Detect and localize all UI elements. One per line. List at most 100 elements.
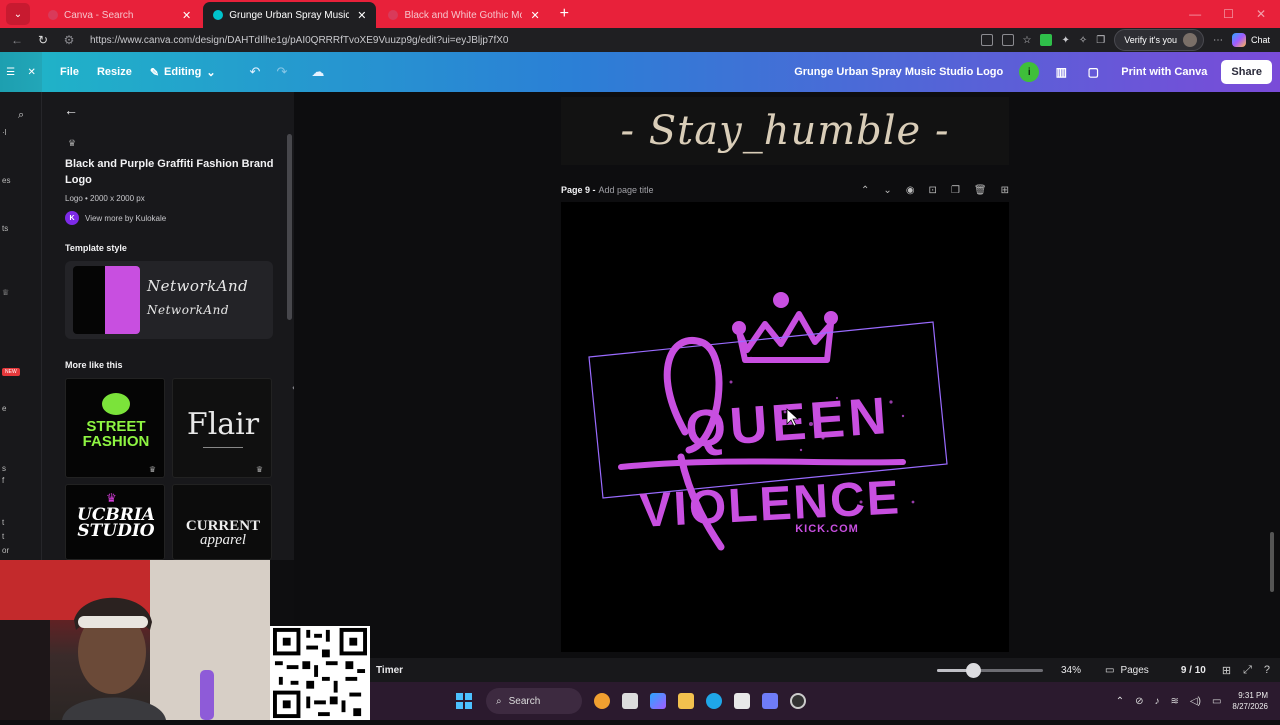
maximize-icon[interactable]: ☐ [1223,7,1234,21]
cloud-saved-icon[interactable]: ☁ [311,64,324,80]
more-menu-icon[interactable]: ⋯ [1213,35,1223,46]
profile-avatar [1182,33,1197,47]
canva-favicon-icon [213,10,224,20]
volume-icon[interactable]: ◁) [1190,696,1201,707]
rail-item-partial[interactable]: or [2,546,9,555]
copilot-icon [1231,33,1246,47]
site-info-icon[interactable]: ⚙ [60,31,78,49]
copilot-app-icon[interactable] [650,693,666,709]
copy-icon[interactable] [980,34,993,46]
rail-item-partial[interactable]: ♕ [2,288,9,297]
zoom-slider[interactable] [936,662,1043,678]
zoom-slider-handle[interactable] [966,662,982,678]
chevron-down-icon[interactable]: ⌄ [883,185,891,196]
duplicate-page-icon[interactable]: ❐ [951,185,960,196]
template-thumb-flair[interactable]: Flair ♛ [172,378,272,478]
close-icon[interactable]: ✕ [27,67,35,78]
rail-item-partial[interactable]: ts [2,224,8,233]
resize-button[interactable]: Resize [97,66,132,78]
template-style-heading: Template style [65,243,127,253]
extension-icon[interactable] [1040,34,1053,46]
timer-button[interactable]: Timer [376,665,403,676]
back-icon[interactable]: ← [8,31,26,49]
file-menu-button[interactable]: File [60,66,79,78]
windows-start-icon[interactable] [456,693,472,709]
rail-item-partial[interactable]: s [2,464,6,473]
add-page-icon[interactable]: ⊞ [1001,185,1009,196]
delete-page-icon[interactable]: 🗑 [974,185,987,196]
lock-icon[interactable]: ⊡ [929,185,937,196]
microphone-icon[interactable]: ♪ [1155,696,1160,707]
insights-chart-icon[interactable]: ▥ [1051,62,1071,82]
minimize-icon[interactable]: — [1189,7,1201,21]
queen-violence-logo[interactable]: QUEEN VIOLENCE KICK.COM [561,202,1009,652]
battery-icon[interactable]: ▭ [1212,696,1221,707]
undo-icon[interactable]: ↶ [250,64,261,80]
clock[interactable]: 9:31 PM 8/27/2026 [1232,690,1268,712]
creator-link[interactable]: K View more by Kulokale [65,211,166,225]
taskbar-search[interactable]: ⌕ Search [486,688,582,714]
rail-item-partial[interactable]: f [2,476,4,485]
grid-view-icon[interactable]: ⊞ [1222,664,1231,677]
browser-tab-active[interactable]: Grunge Urban Spray Music Studio ✕ [203,2,377,28]
rail-item-partial[interactable]: ·l [2,128,6,137]
rail-item-partial[interactable]: t [2,518,4,527]
chevron-up-icon[interactable]: ⌃ [861,185,869,196]
template-style-card[interactable]: NetworkAnd NetworkAnd [65,261,273,339]
bookmark-star-icon[interactable]: ☆ [1023,35,1032,46]
task-view-icon[interactable] [622,693,638,709]
design-page-9[interactable]: QUEEN VIOLENCE KICK.COM [561,202,1009,652]
search-icon[interactable]: ⌕ [18,109,24,122]
page-title-input[interactable]: Add page title [599,185,654,195]
copilot-chat-button[interactable]: Chat [1231,33,1270,47]
reload-icon[interactable]: ↻ [34,31,52,49]
verify-profile-button[interactable]: Verify it's you [1114,29,1204,51]
store-icon[interactable] [734,693,750,709]
tab-search-button[interactable]: ⌄ [6,3,30,25]
extensions-puzzle-icon[interactable]: ✦ [1061,35,1069,46]
help-icon[interactable]: ? [1264,664,1270,677]
widgets-icon[interactable] [594,693,610,709]
collections-icon[interactable]: ❐ [1096,35,1105,46]
print-with-canva-button[interactable]: Print with Canva [1121,66,1207,78]
network-off-icon[interactable]: ⊘ [1135,696,1143,707]
new-tab-icon[interactable]: + [560,5,569,23]
close-window-icon[interactable]: ✕ [1256,7,1266,21]
template-thumb-current-apparel[interactable]: CURRENT apparel [172,484,272,560]
template-thumb-street-fashion[interactable]: STREET FASHION ♛ [65,378,165,478]
close-tab-icon[interactable]: ✕ [530,9,539,22]
share-button[interactable]: Share [1221,60,1272,84]
hide-page-icon[interactable]: ◉ [906,185,915,196]
rail-item-partial[interactable]: e [2,404,6,413]
redo-icon[interactable]: ↷ [276,64,287,80]
document-title[interactable]: Grunge Urban Spray Music Studio Logo [794,66,1003,78]
canvas-scrollbar[interactable] [1270,532,1274,592]
rail-item-partial[interactable]: t [2,532,4,541]
editing-mode-button[interactable]: ✎ Editing ⌄ [150,66,216,79]
browser-tab-strip: ⌄ Canva - Search ✕ Grunge Urban Spray Mu… [0,0,1280,28]
fullscreen-icon[interactable]: ⤢ [1243,664,1252,677]
edge-browser-icon[interactable] [706,693,722,709]
rail-item-partial[interactable]: es [2,176,10,185]
close-tab-icon[interactable]: ✕ [357,9,366,22]
panel-scrollbar[interactable] [287,134,292,320]
tray-overflow-icon[interactable]: ⌃ [1116,696,1124,707]
zoom-level[interactable]: 34% [1061,665,1081,676]
template-thumb-ucbria-studio[interactable]: ♛ UCBRIA STUDIO [65,484,165,560]
discord-icon[interactable] [762,693,778,709]
browser-tab-canva-search[interactable]: Canva - Search ✕ [38,2,201,28]
url-field[interactable]: https://www.canva.com/design/DAHTdIlhe1g… [90,35,508,46]
favorites-icon[interactable]: ✧ [1079,35,1087,46]
back-arrow-icon[interactable]: ← [64,102,78,118]
menu-icon[interactable]: ☰ [6,67,15,78]
browser-tab-gothic[interactable]: Black and White Gothic Modern ✕ [378,2,549,28]
info-badge[interactable]: i [1019,62,1040,82]
wifi-icon[interactable]: ≋ [1171,696,1179,707]
comment-icon[interactable]: ▢ [1083,62,1103,82]
reader-icon[interactable] [1001,34,1014,46]
obs-icon[interactable] [790,693,806,709]
close-tab-icon[interactable]: ✕ [182,9,191,22]
pages-button[interactable]: ▭ Pages [1105,665,1149,676]
file-explorer-icon[interactable] [678,693,694,709]
previous-page-preview[interactable]: - Stay_humble - [561,97,1009,165]
